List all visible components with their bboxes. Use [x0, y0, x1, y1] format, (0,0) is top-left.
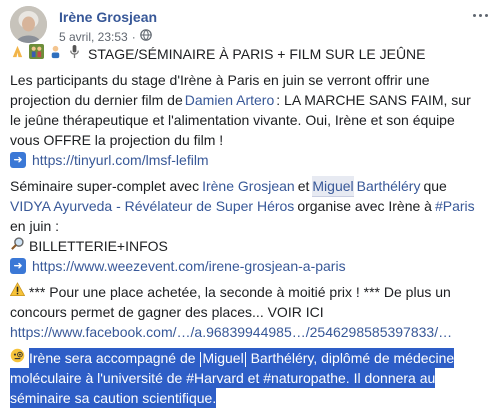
meta-separator: · — [131, 29, 136, 44]
link-facebook-album[interactable]: https://www.facebook.com/…/a.96839944985… — [10, 322, 452, 342]
text-line: *** Pour une place achetée, la seconde à… — [9, 282, 488, 302]
text-line: vous OFFRE la projection du film ! — [10, 132, 224, 148]
text-line: Séminaire super-complet avec Irène Grosj… — [10, 175, 488, 197]
selected-text[interactable]: moléculaire à l'université de #Harvard e… — [10, 368, 436, 388]
text-span: *** Pour une place achetée, la seconde à… — [29, 284, 451, 300]
text-span: organise avec Irène à — [297, 198, 432, 214]
text-line: BILLETTERIE+INFOS — [10, 236, 488, 256]
post-body: STAGE/SÉMINAIRE À PARIS + FILM SUR LE JE… — [9, 44, 488, 408]
text-line: Les participants du stage d'Irène à Pari… — [10, 72, 430, 88]
link-irene-grosjean[interactable]: Irène Grosjean — [202, 176, 295, 196]
text-span: : LA MARCHE SANS FAIM, sur — [276, 92, 471, 108]
author-name[interactable]: Irène Grosjean — [59, 9, 157, 25]
post-header: Irène Grosjean 5 avril, 23:53 · — [10, 6, 490, 44]
post-title: STAGE/SÉMINAIRE À PARIS + FILM SUR LE JE… — [88, 46, 426, 62]
paragraph-offer: *** Pour une place achetée, la seconde à… — [9, 282, 488, 342]
warning-emoji — [9, 282, 26, 302]
magnifier-emoji — [10, 236, 25, 256]
globe-icon — [139, 29, 152, 44]
pray-hands-emoji — [10, 44, 25, 64]
text-line: en juin : — [10, 218, 60, 234]
link-weezevent[interactable]: https://www.weezevent.com/irene-grosjean… — [32, 256, 346, 276]
arrow-right-emoji: ➜ — [10, 258, 26, 274]
post-meta: 5 avril, 23:53 · — [59, 29, 152, 44]
text-span: que — [423, 178, 447, 194]
more-options-icon[interactable] — [470, 8, 490, 22]
text-span: Irène sera accompagné de — [29, 350, 200, 366]
text-span: Séminaire super-complet avec — [10, 178, 200, 194]
microphone-emoji — [67, 44, 82, 64]
text-line: Irène sera accompagné de Miguel Barthélé… — [10, 348, 488, 368]
link-tinyurl[interactable]: https://tinyurl.com/lmsf-lefilm — [32, 150, 209, 170]
text-span: . Il donnera au — [345, 370, 436, 386]
text-span: Barthéléry, diplômé de médecine — [246, 350, 455, 366]
text-span: projection du dernier film de — [10, 92, 183, 108]
paragraph-seminar: Séminaire super-complet avec Irène Grosj… — [10, 175, 488, 276]
text-line: ➜ https://tinyurl.com/lmsf-lefilm — [10, 150, 488, 170]
text-line: projection du dernier film de Damien Art… — [10, 90, 488, 110]
link-damien-artero[interactable]: Damien Artero — [185, 90, 274, 110]
link-vidya-ayurveda[interactable]: VIDYA Ayurveda - Révélateur de Super Hér… — [10, 196, 294, 216]
hashtag-naturopathe[interactable]: #naturopathe — [263, 370, 346, 386]
text-line: moléculaire à l'université de #Harvard e… — [10, 368, 488, 388]
text-line: le jeûne thérapeutique et l'alimentation… — [10, 112, 455, 128]
hashtag-paris[interactable]: #Paris — [435, 196, 475, 216]
text-span: moléculaire à l'université de — [10, 370, 187, 386]
family-emoji — [29, 44, 44, 64]
person-emoji — [48, 44, 63, 64]
text-line: ➜ https://www.weezevent.com/irene-grosje… — [10, 256, 488, 276]
hashtag-harvard[interactable]: #Harvard — [186, 370, 244, 386]
arrow-right-emoji: ➜ — [10, 152, 26, 168]
text-span: Miguel — [202, 350, 244, 366]
text-line: https://www.facebook.com/…/a.96839944985… — [10, 322, 488, 342]
text-line: VIDYA Ayurveda - Révélateur de Super Hér… — [10, 196, 488, 216]
text-span: et — [297, 178, 310, 194]
text-cursor — [244, 351, 246, 367]
monocle-face-emoji — [10, 348, 25, 368]
avatar[interactable] — [10, 6, 47, 43]
selected-text[interactable]: Irène sera accompagné de Miguel Barthélé… — [29, 348, 455, 368]
link-bartheléry[interactable]: Barthéléry — [357, 176, 421, 196]
link-miguel[interactable]: Miguel — [312, 175, 354, 197]
text-line: séminaire sa caution scientifique. — [10, 388, 488, 408]
paragraph-film: Les participants du stage d'Irène à Pari… — [10, 70, 488, 170]
text-line: concours permet de gagner des places... … — [10, 304, 324, 320]
ticketing-label: BILLETTERIE+INFOS — [29, 238, 168, 254]
paragraph-selected: Irène sera accompagné de Miguel Barthélé… — [10, 348, 488, 408]
text-span: et — [243, 370, 264, 386]
post-title-line: STAGE/SÉMINAIRE À PARIS + FILM SUR LE JE… — [10, 44, 488, 64]
facebook-post: Irène Grosjean 5 avril, 23:53 · STAGE/SÉ… — [0, 0, 497, 408]
selected-text[interactable]: séminaire sa caution scientifique. — [10, 388, 217, 408]
post-date[interactable]: 5 avril, 23:53 — [59, 30, 128, 44]
